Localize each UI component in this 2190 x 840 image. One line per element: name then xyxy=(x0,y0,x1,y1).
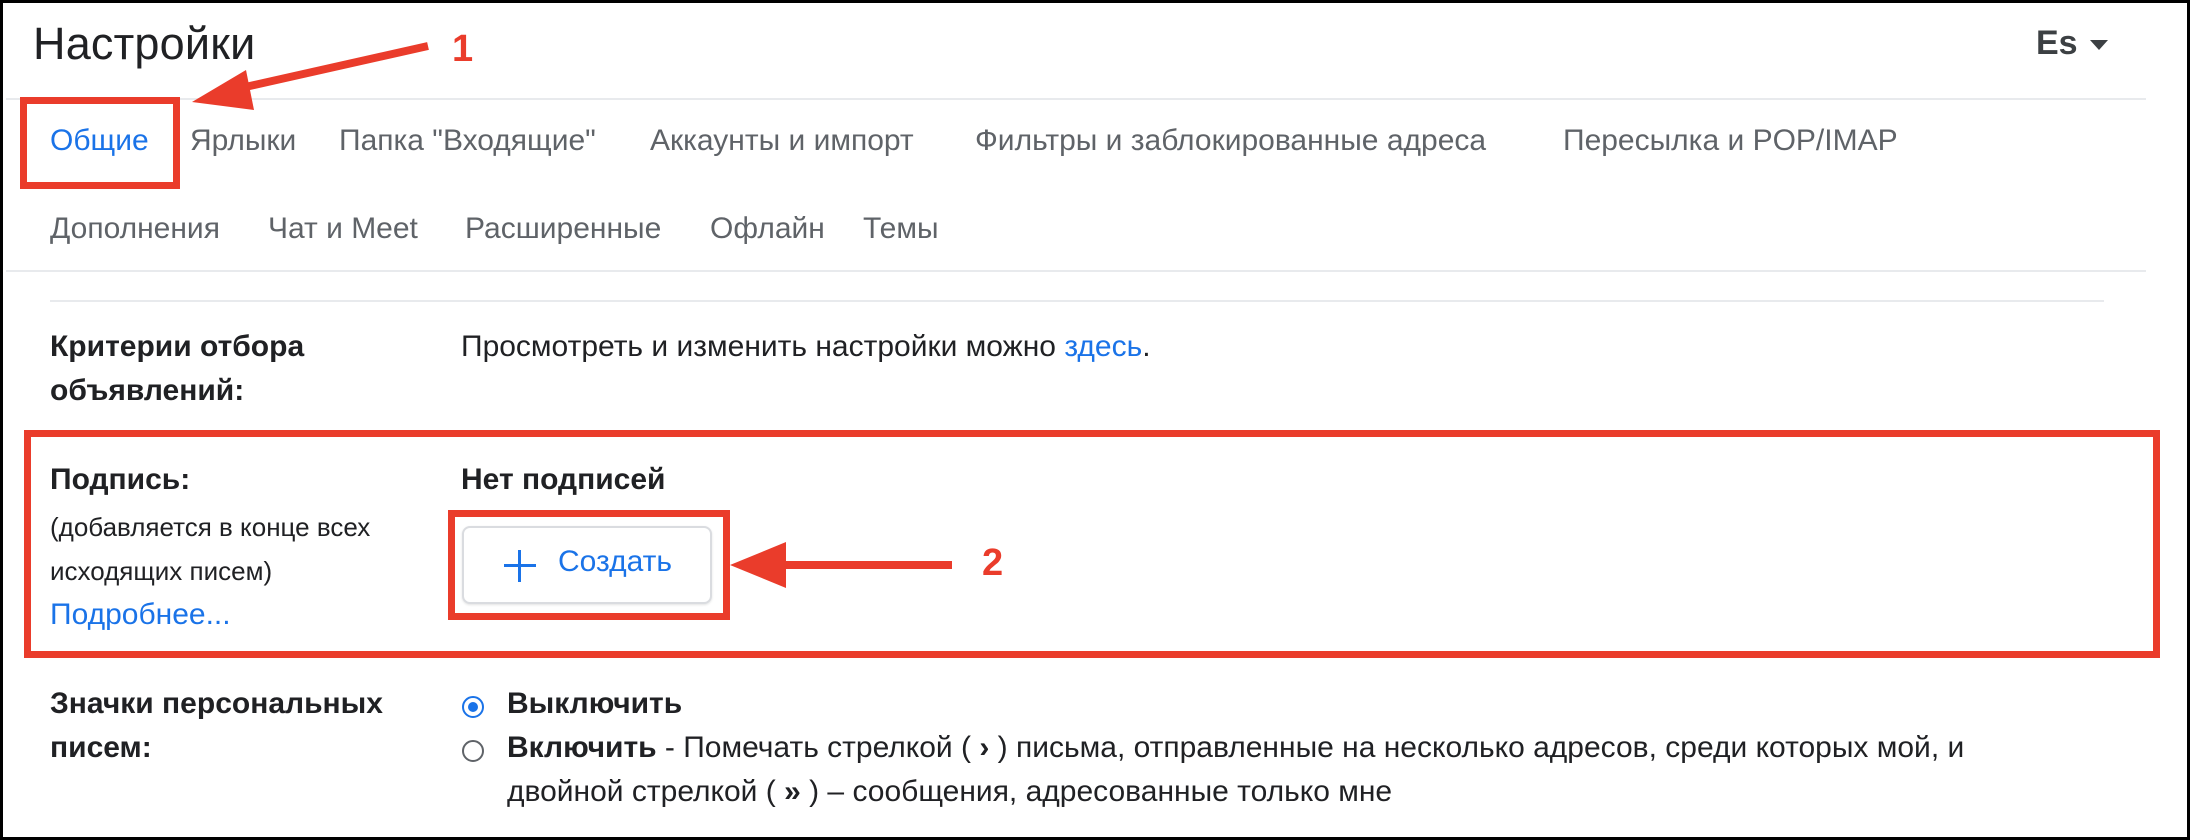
annotation-arrow-1-head xyxy=(192,70,254,110)
annotation-arrow-1-shaft xyxy=(231,42,429,94)
annotation-arrow-2-head xyxy=(730,542,786,588)
annotation-arrows xyxy=(192,42,952,588)
